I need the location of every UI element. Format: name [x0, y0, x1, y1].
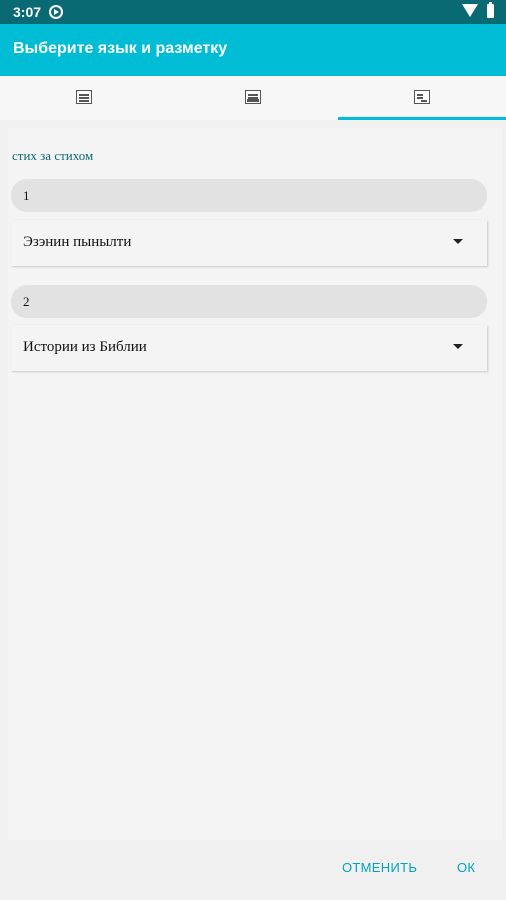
wifi-icon: [462, 4, 478, 17]
app-bar: Выберите язык и разметку: [0, 24, 506, 76]
ok-button[interactable]: ОК: [457, 860, 475, 875]
tab-indicator: [338, 117, 506, 120]
translation-dropdown-1[interactable]: Эзэнин пынылти: [11, 220, 487, 266]
tab-bar: [0, 76, 506, 120]
translation-dropdown-2[interactable]: Истории из Библии: [11, 325, 487, 371]
row-number-bar: 2: [11, 285, 487, 318]
document-icon: [76, 90, 92, 104]
dropdown-value: Эзэнин пынылти: [23, 234, 132, 250]
row-number-bar: 1: [11, 179, 487, 212]
status-bar: 3:07: [0, 0, 506, 24]
tab-layout[interactable]: [338, 76, 506, 120]
tab-book[interactable]: [169, 76, 337, 120]
dialog-content: стих за стихом 1 Эзэнин пынылти 2 Истори…: [8, 128, 502, 840]
battery-icon: [487, 2, 494, 18]
cancel-button[interactable]: ОТМЕНИТЬ: [342, 860, 417, 875]
tab-document[interactable]: [0, 76, 168, 120]
dropdown-arrow-icon: [453, 344, 463, 349]
row-number: 1: [23, 188, 30, 203]
media-playing-icon: [49, 5, 63, 19]
row-number: 2: [23, 294, 30, 309]
section-label: стих за стихом: [12, 148, 94, 163]
dropdown-value: Истории из Библии: [23, 339, 147, 355]
dialog-footer: ОТМЕНИТЬ ОК: [0, 840, 506, 900]
dropdown-arrow-icon: [453, 239, 463, 244]
status-time: 3:07: [13, 4, 42, 20]
book-icon: [245, 90, 261, 104]
layout-icon: [414, 90, 430, 104]
page-title: Выберите язык и разметку: [13, 40, 228, 57]
